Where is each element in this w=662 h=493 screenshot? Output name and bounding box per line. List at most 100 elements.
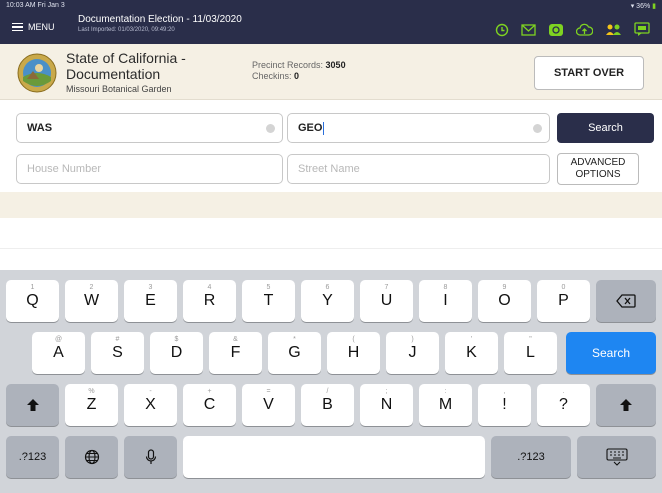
shift-key-left[interactable] xyxy=(6,384,59,426)
key-alt-label: 7 xyxy=(384,284,389,291)
key-y[interactable]: 6Y xyxy=(301,280,354,322)
key-label: ? xyxy=(559,396,568,413)
menu-button[interactable]: MENU xyxy=(12,22,55,32)
key-label: T xyxy=(263,292,274,309)
advanced-options-button[interactable]: ADVANCED OPTIONS xyxy=(557,153,639,185)
keyboard-dismiss-icon xyxy=(605,448,628,466)
key-b[interactable]: / B xyxy=(301,384,354,426)
key-t[interactable]: 5T xyxy=(242,280,295,322)
key-o[interactable]: 9O xyxy=(478,280,531,322)
key-z[interactable]: % Z xyxy=(65,384,118,426)
users-icon[interactable] xyxy=(605,23,622,36)
status-battery: ▾ 36% ▮ xyxy=(631,2,656,10)
precinct-records: Precinct Records: 3050 xyxy=(252,60,346,70)
key-c[interactable]: + C xyxy=(183,384,236,426)
key-j[interactable]: ) J xyxy=(386,332,439,374)
key-label: E xyxy=(145,292,156,309)
key-label: X xyxy=(145,396,156,413)
key-alt-label: , xyxy=(503,388,506,395)
key-w[interactable]: 2W xyxy=(65,280,118,322)
key-label: C xyxy=(203,396,216,413)
key-u[interactable]: 7U xyxy=(360,280,413,322)
key-p[interactable]: 0P xyxy=(537,280,590,322)
key-label: R xyxy=(203,292,216,309)
key-n[interactable]: ; N xyxy=(360,384,413,426)
key-x[interactable]: -X xyxy=(124,384,177,426)
key-label: Y xyxy=(322,292,333,309)
first-name-input[interactable]: GEO xyxy=(287,113,550,143)
key-alt-label: : xyxy=(444,388,447,395)
wifi-icon: ▾ xyxy=(630,3,635,10)
key-v[interactable]: = V xyxy=(242,384,295,426)
menu-label: MENU xyxy=(28,22,55,32)
key-exclamation[interactable]: ,! xyxy=(478,384,531,426)
key-g[interactable]: * G xyxy=(268,332,321,374)
key-alt-label: 9 xyxy=(502,284,507,291)
key-label: L xyxy=(526,344,535,361)
divider xyxy=(0,248,662,249)
start-over-button[interactable]: START OVER xyxy=(534,56,644,90)
microphone-icon xyxy=(145,449,156,464)
key-label: N xyxy=(380,396,393,413)
globe-key[interactable] xyxy=(65,436,118,478)
backspace-key[interactable] xyxy=(596,280,656,322)
key-e[interactable]: 3E xyxy=(124,280,177,322)
key-s[interactable]: # S xyxy=(91,332,144,374)
search-button[interactable]: Search xyxy=(557,113,654,143)
key-label: J xyxy=(408,344,417,361)
last-imported: Last Imported: 01/03/2020, 09:49:20 xyxy=(78,27,175,33)
clear-icon[interactable] xyxy=(266,124,275,133)
key-q[interactable]: 1Q xyxy=(6,280,59,322)
key-r[interactable]: 4R xyxy=(183,280,236,322)
key-alt-label: 6 xyxy=(325,284,330,291)
mail-icon[interactable] xyxy=(521,23,536,36)
key-alt-label: " xyxy=(529,336,532,343)
key-a[interactable]: @ A xyxy=(32,332,85,374)
shift-key-right[interactable] xyxy=(596,384,656,426)
last-name-value: WAS xyxy=(27,122,53,134)
key-question[interactable]: .? xyxy=(537,384,590,426)
keyboard-search-key[interactable]: Search xyxy=(566,332,656,374)
key-alt-label: 1 xyxy=(30,284,35,291)
advanced-label-line1: ADVANCED xyxy=(570,157,626,168)
results-header-band xyxy=(0,192,662,218)
key-alt-label: 8 xyxy=(443,284,448,291)
backspace-icon xyxy=(616,294,636,308)
key-k[interactable]: ' K xyxy=(445,332,498,374)
key-alt-label: . xyxy=(562,388,565,395)
history-icon[interactable] xyxy=(495,23,509,37)
key-label: G xyxy=(288,344,301,361)
key-h[interactable]: (H xyxy=(327,332,380,374)
house-number-input[interactable]: House Number xyxy=(16,154,283,184)
numbers-key-left[interactable]: .?123 xyxy=(6,436,59,478)
key-l[interactable]: " L xyxy=(504,332,557,374)
globe-icon xyxy=(84,449,99,465)
last-name-input[interactable]: WAS xyxy=(16,113,283,143)
chat-icon[interactable] xyxy=(634,22,650,37)
key-label: W xyxy=(83,292,100,309)
key-alt-label: - xyxy=(149,388,152,395)
battery-level: 36% xyxy=(636,3,651,10)
top-toolbar xyxy=(495,22,650,37)
voter-search-form: WAS GEO Search House Number Street Name … xyxy=(0,100,662,192)
clear-icon[interactable] xyxy=(533,124,542,133)
space-key[interactable] xyxy=(183,436,485,478)
key-label: I xyxy=(443,292,448,309)
street-name-input[interactable]: Street Name xyxy=(287,154,550,184)
key-m[interactable]: :M xyxy=(419,384,472,426)
key-label: ! xyxy=(502,396,507,413)
key-f[interactable]: & F xyxy=(209,332,262,374)
key-label: P xyxy=(558,292,569,309)
sync-icon[interactable] xyxy=(548,23,564,37)
dictation-key[interactable] xyxy=(124,436,177,478)
key-alt-label: + xyxy=(207,388,212,395)
onscreen-keyboard: 1Q 2W 3E 4R 5T 6Y 7U 8I 9O 0P @ A # S $ D &… xyxy=(0,270,662,493)
key-i[interactable]: 8I xyxy=(419,280,472,322)
hide-keyboard-key[interactable] xyxy=(577,436,656,478)
key-d[interactable]: $ D xyxy=(150,332,203,374)
numbers-key-right[interactable]: .?123 xyxy=(491,436,571,478)
key-alt-label: 4 xyxy=(207,284,212,291)
cloud-upload-icon[interactable] xyxy=(576,23,593,37)
status-time: 10:03 AM Fri Jan 3 xyxy=(6,2,65,9)
app-top-bar: 10:03 AM Fri Jan 3 ▾ 36% ▮ MENU Document… xyxy=(0,0,662,44)
